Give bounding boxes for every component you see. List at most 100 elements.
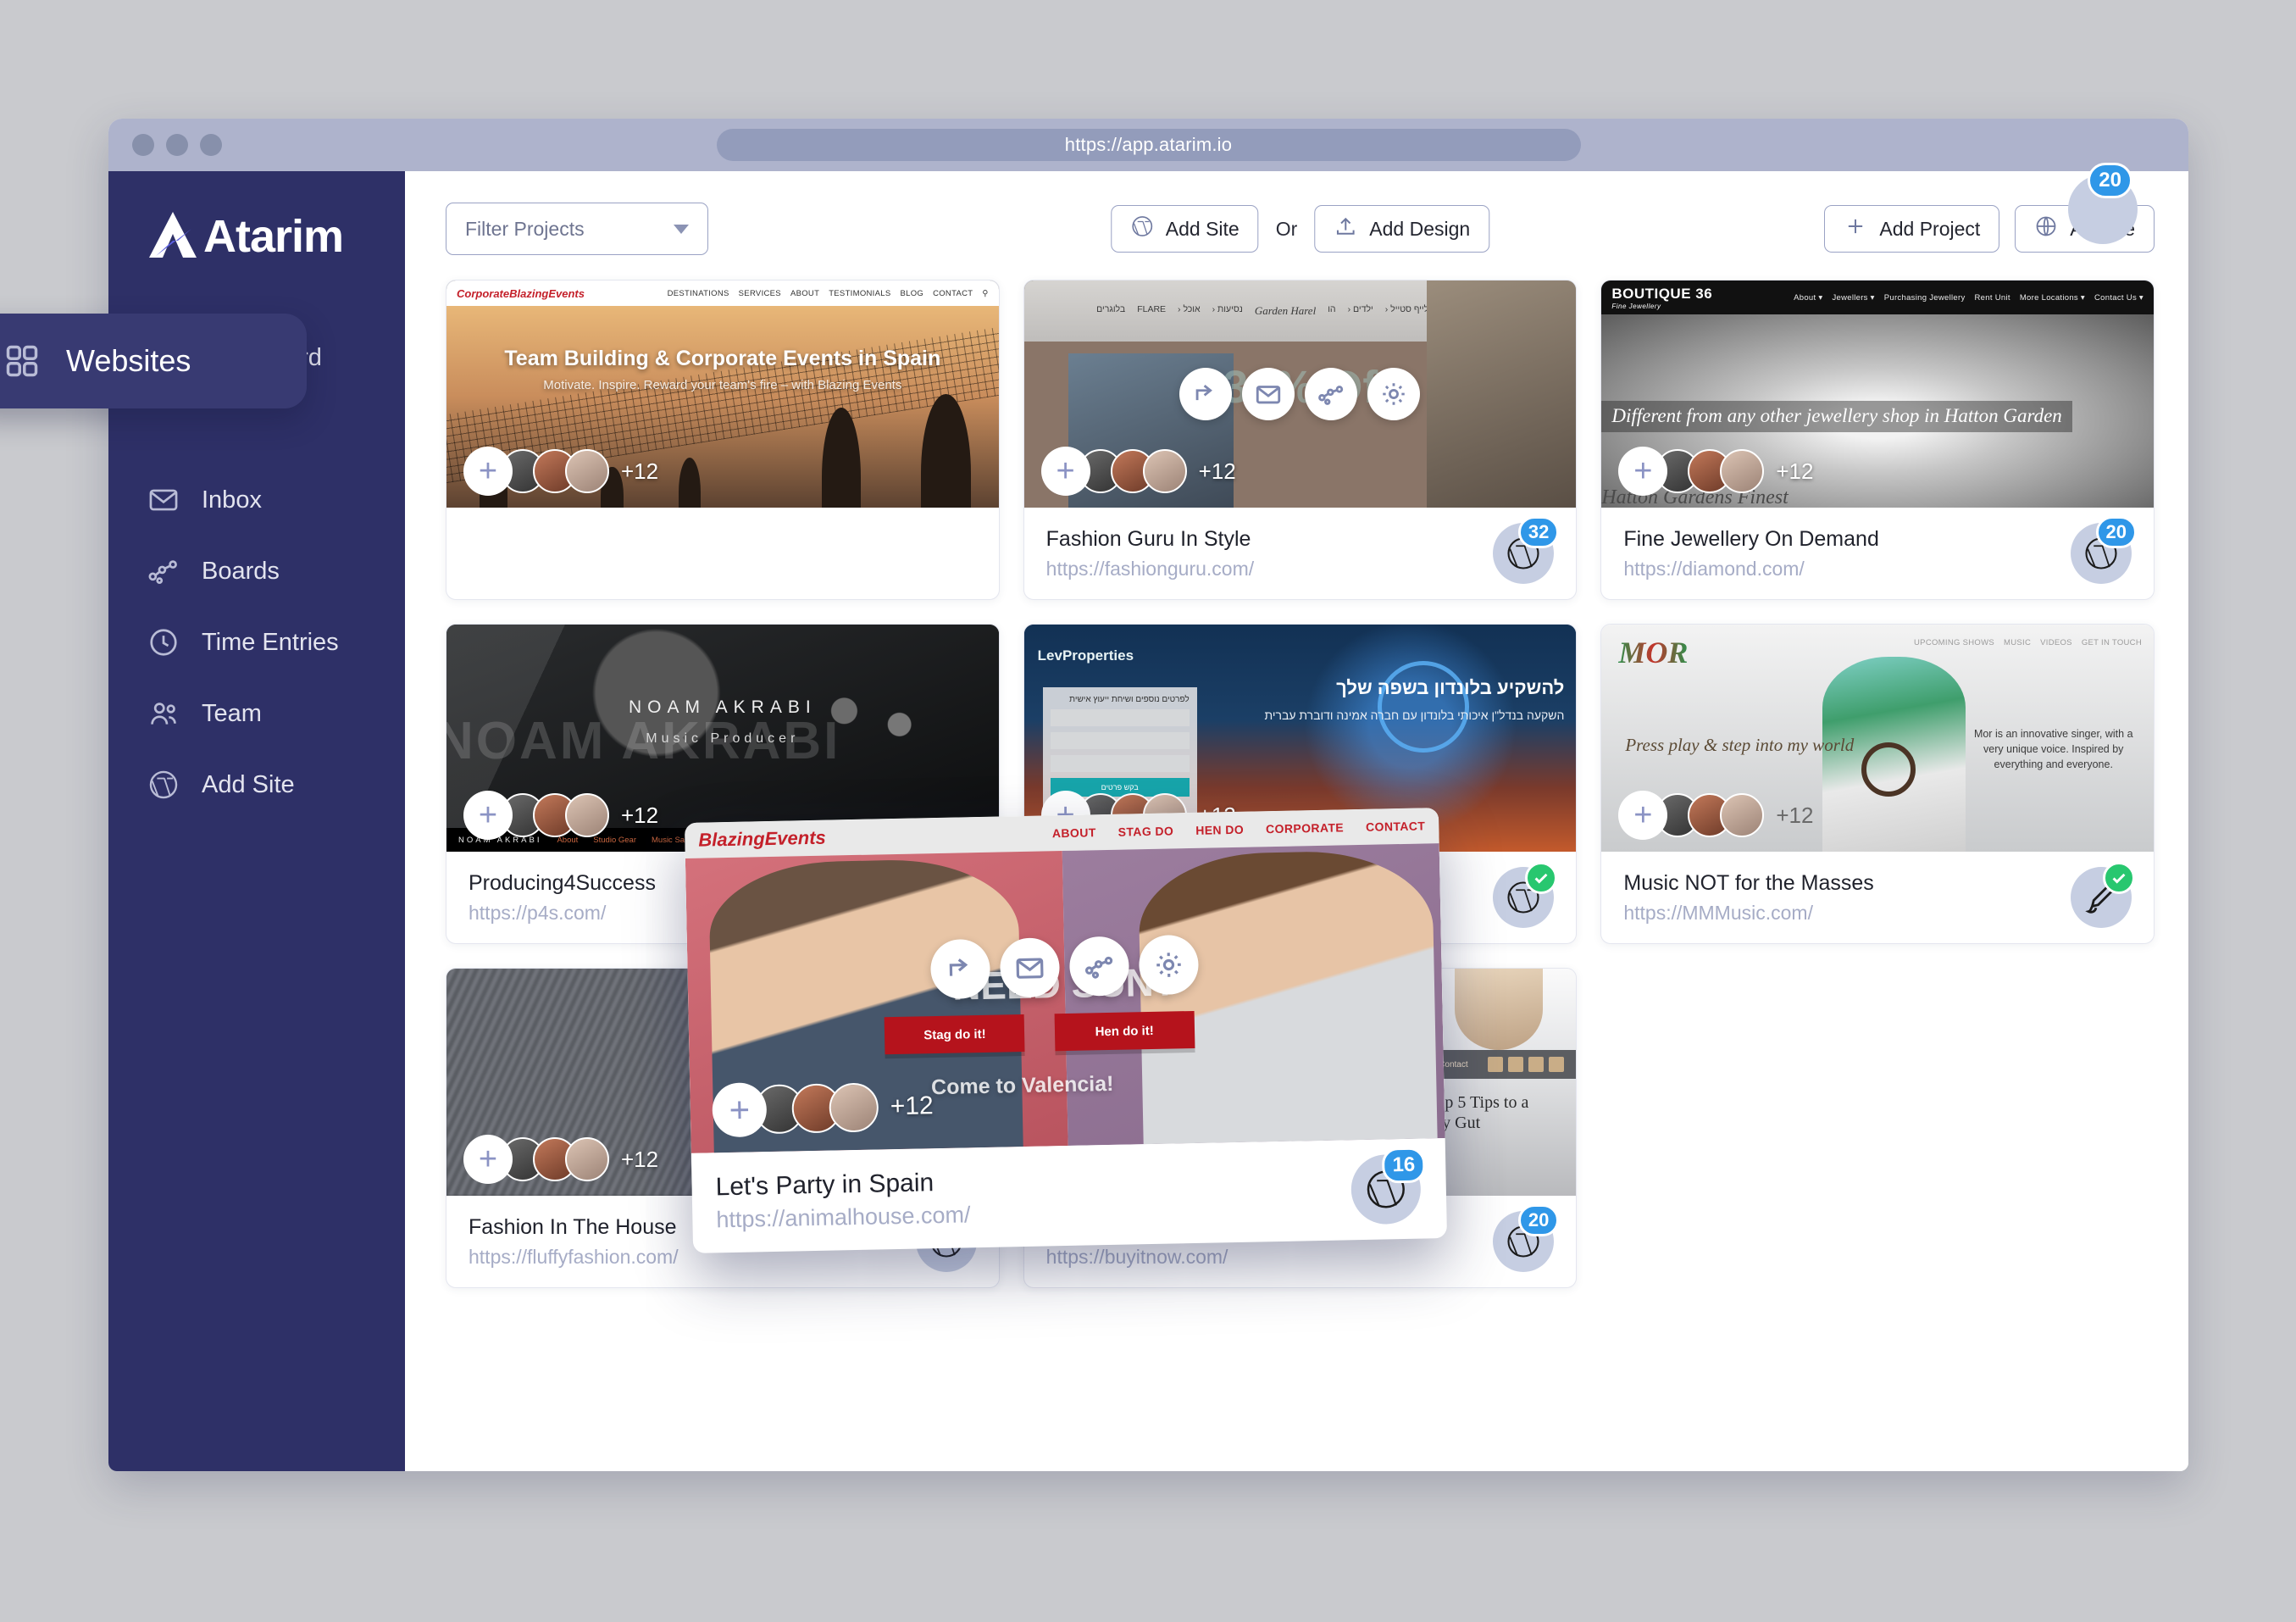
- sidebar-label-team: Team: [202, 699, 262, 727]
- avatar: [829, 1082, 879, 1133]
- site-nav-item: CORPORATE: [1265, 820, 1345, 836]
- avatar: [1720, 449, 1765, 493]
- avatar: [565, 449, 609, 493]
- collaborator-avatars[interactable]: + +12: [463, 791, 658, 840]
- site-nav-item: ABOUT: [790, 288, 820, 298]
- add-collaborator-button[interactable]: +: [463, 1135, 513, 1184]
- atarim-logo-icon: [147, 210, 202, 259]
- card-url[interactable]: https://buyitnow.com/: [1046, 1246, 1228, 1269]
- card-thumbnail[interactable]: BlazingEvents ABOUT STAG DO HEN DO CORPO…: [684, 808, 1445, 1153]
- envelope-icon[interactable]: [999, 937, 1061, 998]
- boards-icon[interactable]: [1305, 368, 1358, 420]
- globe-icon: [2034, 214, 2058, 243]
- add-collaborator-button[interactable]: +: [463, 447, 513, 496]
- site-nav-item: FLARE: [1137, 304, 1167, 314]
- collaborator-avatars[interactable]: + +12: [463, 447, 658, 496]
- twitter-icon: [1508, 1057, 1524, 1072]
- gear-icon[interactable]: [1367, 368, 1421, 420]
- collaborator-avatars[interactable]: + +12: [1618, 447, 1813, 496]
- site-headline: להשקיע בלונדון בשפה שלך: [1336, 677, 1565, 698]
- sidebar-label-time-entries: Time Entries: [202, 628, 339, 656]
- card-url[interactable]: https://p4s.com/: [469, 902, 656, 925]
- share-icon[interactable]: [929, 939, 991, 1000]
- card-status[interactable]: [2071, 862, 2135, 928]
- site-quote: Different from any other jewellery shop …: [1601, 401, 2072, 432]
- social-icons: [1488, 1057, 1565, 1072]
- site-cta-right: Hen do it!: [1054, 1010, 1195, 1052]
- boards-icon[interactable]: [1068, 936, 1130, 997]
- network-icon: [147, 555, 180, 587]
- sidebar-item-add-site[interactable]: Add Site: [108, 749, 405, 820]
- card-status[interactable]: 32: [1493, 516, 1560, 584]
- sidebar-item-team[interactable]: Team: [108, 678, 405, 749]
- card-status[interactable]: 20: [2071, 516, 2137, 584]
- card-thumbnail[interactable]: MOR UPCOMING SHOWS MUSIC VIDEOS GET IN T…: [1601, 625, 2154, 852]
- project-card[interactable]: MOR UPCOMING SHOWS MUSIC VIDEOS GET IN T…: [1600, 624, 2155, 944]
- gear-icon[interactable]: [1138, 935, 1200, 996]
- maximize-button[interactable]: [200, 134, 222, 156]
- add-collaborator-button[interactable]: +: [1040, 447, 1090, 496]
- project-card[interactable]: BOUTIQUE 36 Fine Jewellery About ▾ Jewel…: [1600, 280, 2155, 600]
- brand[interactable]: Atarim: [108, 171, 405, 271]
- collaborator-avatars[interactable]: + +12: [1040, 447, 1236, 496]
- sidebar-item-time-entries[interactable]: Time Entries: [108, 607, 405, 678]
- add-design-button[interactable]: Add Design: [1314, 205, 1490, 253]
- sidebar-item-boards[interactable]: Boards: [108, 536, 405, 607]
- status-check-icon: [2103, 862, 2135, 894]
- minimize-button[interactable]: [166, 134, 188, 156]
- add-collaborator-button[interactable]: +: [463, 791, 513, 840]
- wordpress-icon: [1130, 214, 1154, 243]
- card-thumbnail[interactable]: BOUTIQUE 36 Fine Jewellery About ▾ Jewel…: [1601, 281, 2154, 508]
- avatar-overflow-count: +12: [1776, 458, 1814, 484]
- add-collaborator-button[interactable]: +: [1618, 447, 1668, 496]
- sidebar-label-boards: Boards: [202, 557, 280, 585]
- share-icon[interactable]: [1179, 368, 1233, 420]
- add-collaborator-button[interactable]: +: [712, 1082, 768, 1138]
- card-thumbnail[interactable]: אופנה ‹ ביוטי ‹ לייף סטייל ‹ ילדים ‹ הו …: [1023, 281, 1577, 508]
- close-button[interactable]: [132, 134, 154, 156]
- card-url[interactable]: https://diamond.com/: [1623, 558, 1879, 580]
- avatar: [565, 793, 609, 837]
- card-hover-actions[interactable]: [1179, 368, 1421, 420]
- card-status[interactable]: [1493, 862, 1558, 928]
- add-site-button[interactable]: Add Site: [1110, 205, 1259, 253]
- card-url[interactable]: https://fashionguru.com/: [1046, 558, 1254, 580]
- avatar-overflow-count: +12: [1198, 458, 1236, 484]
- card-url[interactable]: https://animalhouse.com/: [716, 1202, 971, 1233]
- site-nav-item: Rent Unit: [1974, 292, 2010, 303]
- sidebar-item-inbox[interactable]: Inbox: [108, 464, 405, 536]
- floating-project-card[interactable]: BlazingEvents ABOUT STAG DO HEN DO CORPO…: [684, 808, 1448, 1253]
- card-title: Producing4Success: [469, 870, 656, 895]
- url-bar[interactable]: https://app.atarim.io: [716, 129, 1581, 161]
- site-nav-item: BLOG: [900, 288, 924, 298]
- project-card[interactable]: אופנה ‹ ביוטי ‹ לייף סטייל ‹ ילדים ‹ הו …: [1023, 280, 1578, 600]
- collaborator-avatars[interactable]: + +12: [712, 1079, 934, 1138]
- site-slogan: Press play & step into my world: [1625, 735, 1855, 755]
- card-url[interactable]: https://fluffyfashion.com/: [469, 1246, 679, 1269]
- site-nav-item: לייף סטייל ‹: [1384, 304, 1429, 314]
- site-logo: BOUTIQUE 36 Fine Jewellery: [1611, 285, 1713, 310]
- filter-projects-select[interactable]: Filter Projects: [446, 203, 708, 255]
- card-footer: Music NOT for the Masses https://MMMusic…: [1601, 852, 2154, 943]
- add-project-button[interactable]: Add Project: [1824, 205, 2000, 253]
- card-title: Music NOT for the Masses: [1623, 870, 1874, 895]
- sidebar-item-websites[interactable]: Websites: [0, 314, 307, 408]
- envelope-icon[interactable]: [1242, 368, 1295, 420]
- site-nav: UPCOMING SHOWS MUSIC VIDEOS GET IN TOUCH: [1914, 638, 2142, 647]
- card-url[interactable]: https://MMMusic.com/: [1623, 902, 1873, 925]
- brand-name: Atarim: [203, 211, 344, 262]
- site-description: Mor is an innovative singer, with a very…: [1973, 728, 2133, 771]
- collaborator-avatars[interactable]: + +12: [463, 1135, 658, 1184]
- site-subline: השקעה בנדל"ן איכותי בלונדון עם חברה אמינ…: [1264, 708, 1565, 722]
- site-nav-item: More Locations ▾: [2019, 292, 2085, 303]
- collaborator-avatars[interactable]: + +12: [1618, 791, 1813, 840]
- facebook-icon: [1488, 1057, 1504, 1072]
- card-status[interactable]: 20: [1493, 1204, 1560, 1272]
- card-thumbnail[interactable]: CorporateBlazingEvents DESTINATIONS SERV…: [446, 281, 999, 508]
- avatar: [1720, 793, 1765, 837]
- project-card[interactable]: CorporateBlazingEvents DESTINATIONS SERV…: [446, 280, 1000, 600]
- card-status[interactable]: 16: [1350, 1147, 1426, 1225]
- site-nav-item: VIDEOS: [2040, 638, 2072, 647]
- card-hover-actions[interactable]: [929, 935, 1200, 1000]
- add-collaborator-button[interactable]: +: [1618, 791, 1668, 840]
